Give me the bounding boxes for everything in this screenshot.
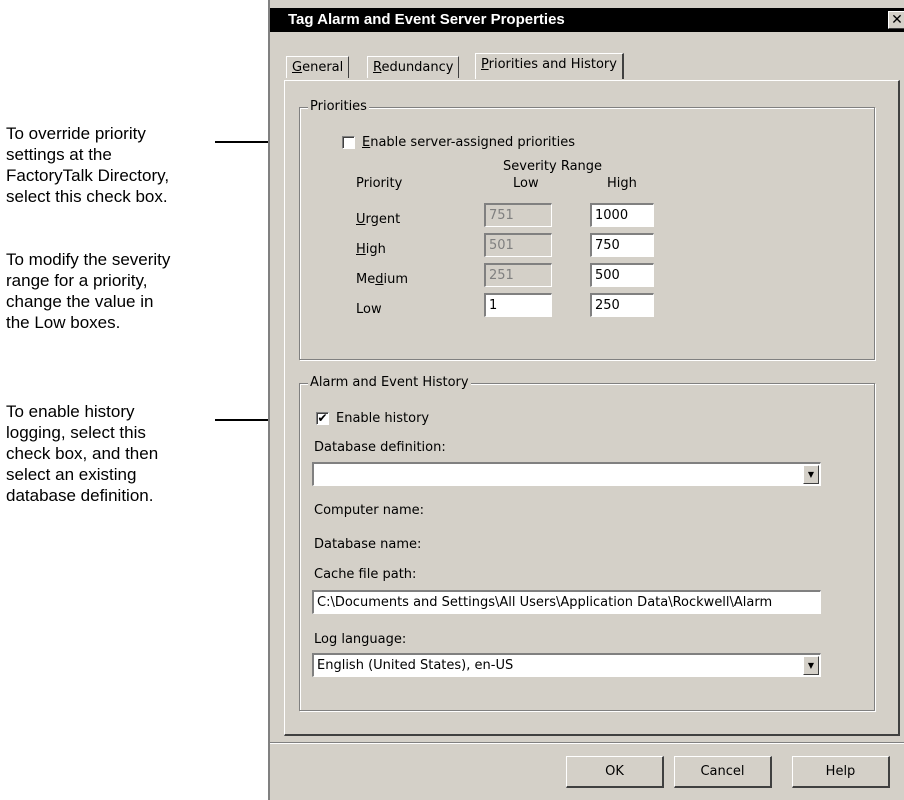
annotation-severity-range: To modify the severity range for a prior… (6, 249, 226, 333)
help-button[interactable]: Help (792, 756, 890, 788)
database-definition-dropdown[interactable]: ▼ (312, 462, 821, 486)
database-name-label: Database name: (314, 537, 422, 552)
priorities-group-label: Priorities (308, 99, 369, 115)
tab-priorities-and-history[interactable]: Priorities and History (475, 53, 624, 79)
high-column-header: High (607, 176, 637, 191)
annotation-text: To enable history logging, select this c… (6, 402, 159, 505)
log-language-value: English (United States), en-US (317, 658, 514, 673)
severity-range-header: Severity Range (503, 159, 603, 174)
chevron-down-icon[interactable]: ▼ (803, 656, 819, 675)
tab-label: eneral (302, 60, 344, 75)
tab-label: riorities and History (488, 57, 617, 72)
label-mnemonic: E (362, 135, 371, 150)
tab-general[interactable]: General (286, 56, 350, 78)
annotation-text: To override priority settings at the Fac… (6, 124, 170, 206)
priorities-group: Priorities Enable server-assigned priori… (299, 99, 875, 360)
log-language-dropdown[interactable]: English (United States), en-US ▼ (312, 653, 821, 677)
medium-low-input: 251 (484, 263, 552, 287)
close-button[interactable]: ✕ (888, 11, 904, 29)
chevron-down-icon[interactable]: ▼ (803, 465, 819, 484)
priority-label-low: Low (356, 302, 382, 317)
alarm-event-history-group: Alarm and Event History ✔ Enable history… (299, 375, 875, 711)
high-high-input[interactable]: 750 (590, 233, 654, 257)
ok-button[interactable]: OK (566, 756, 664, 788)
label-text: nable server-assigned priorities (370, 135, 576, 150)
low-low-input[interactable]: 1 (484, 293, 552, 317)
dialog-title: Tag Alarm and Event Server Properties (288, 11, 565, 28)
high-low-input: 501 (484, 233, 552, 257)
database-definition-label: Database definition: (314, 440, 446, 455)
priority-label-urgent: Urgent (356, 212, 401, 227)
medium-high-input[interactable]: 500 (590, 263, 654, 287)
urgent-low-input: 751 (484, 203, 552, 227)
title-bar: Tag Alarm and Event Server Properties ✕ (270, 8, 904, 32)
computer-name-label: Computer name: (314, 503, 425, 518)
cancel-button[interactable]: Cancel (674, 756, 772, 788)
tab-panel: Priorities Enable server-assigned priori… (284, 80, 900, 736)
tab-redundancy[interactable]: Redundancy (367, 56, 460, 78)
annotation-override-priority: To override priority settings at the Fac… (6, 123, 226, 207)
urgent-high-input[interactable]: 1000 (590, 203, 654, 227)
priority-label-high: High (356, 242, 386, 257)
cache-file-path-label: Cache file path: (314, 567, 417, 582)
cache-file-path-input[interactable]: C:\Documents and Settings\All Users\Appl… (312, 590, 821, 614)
enable-server-priorities-checkbox[interactable] (342, 136, 355, 149)
low-high-input[interactable]: 250 (590, 293, 654, 317)
tab-label: edundancy (381, 60, 454, 75)
enable-server-priorities-label[interactable]: Enable server-assigned priorities (362, 135, 575, 151)
tab-mnemonic: P (481, 57, 489, 72)
priority-label-medium: Medium (356, 272, 408, 287)
properties-dialog: Tag Alarm and Event Server Properties ✕ … (268, 0, 904, 800)
annotation-enable-history: To enable history logging, select this c… (6, 401, 226, 506)
low-column-header: Low (513, 176, 539, 191)
enable-history-checkbox[interactable]: ✔ (316, 412, 329, 425)
priority-column-header: Priority (356, 176, 403, 191)
enable-history-label[interactable]: Enable history (336, 411, 429, 427)
tab-mnemonic: G (292, 60, 303, 75)
button-separator (270, 742, 904, 744)
log-language-label: Log language: (314, 632, 407, 647)
history-group-label: Alarm and Event History (308, 375, 471, 391)
annotation-text: To modify the severity range for a prior… (6, 250, 171, 332)
